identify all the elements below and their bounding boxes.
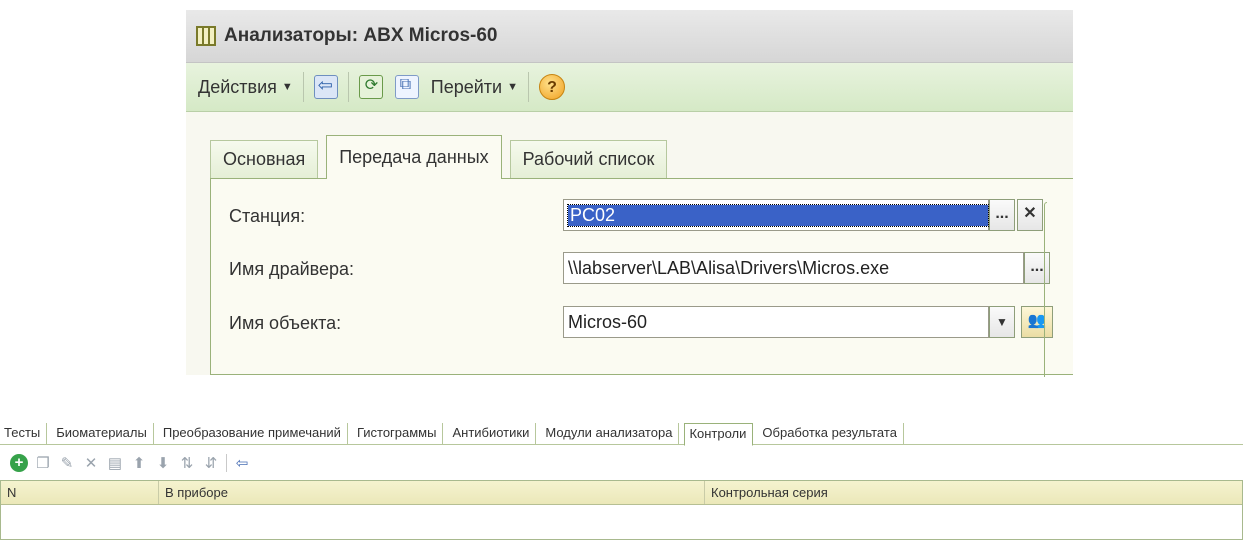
help-icon: ? bbox=[538, 74, 565, 100]
help-button[interactable]: ? bbox=[533, 70, 571, 104]
tab-analyzer-modules[interactable]: Модули анализатора bbox=[541, 423, 680, 445]
add-icon[interactable]: + bbox=[10, 454, 28, 472]
chevron-down-icon: ▼ bbox=[507, 81, 518, 93]
tab-result-processing[interactable]: Обработка результата bbox=[758, 423, 904, 445]
object-value: Micros-60 bbox=[568, 311, 648, 332]
station-clear-button[interactable]: ✕ bbox=[1017, 199, 1043, 231]
title-bar: Анализаторы: ABX Micros-60 bbox=[186, 10, 1073, 63]
enter-icon[interactable]: ⇦ bbox=[233, 454, 251, 472]
column-header-in-device[interactable]: В приборе bbox=[159, 481, 705, 504]
goto-menu-button[interactable]: Перейти ▼ bbox=[425, 70, 524, 104]
move-up-icon[interactable]: ⬆ bbox=[130, 454, 148, 472]
catalog-icon bbox=[196, 26, 216, 46]
move-down-icon[interactable]: ⬇ bbox=[154, 454, 172, 472]
object-dropdown-button[interactable]: ▼ bbox=[989, 306, 1015, 338]
table-header: N В приборе Контрольная серия bbox=[1, 481, 1242, 505]
driver-value: \\labserver\LAB\Alisa\Drivers\Micros.exe bbox=[568, 257, 890, 278]
tab-histograms[interactable]: Гистограммы bbox=[353, 423, 444, 445]
sort-desc-icon[interactable]: ⇵ bbox=[202, 454, 220, 472]
bottom-tab-bar: Тесты Биоматериалы Преобразование примеч… bbox=[0, 423, 1243, 446]
data-transfer-panel: Станция: PC02 ... ✕ Имя драйвера: \\labs… bbox=[210, 178, 1073, 375]
analyzer-window: Анализаторы: ABX Micros-60 Действия ▼ Пе… bbox=[186, 10, 1073, 377]
panel-edge bbox=[1044, 202, 1047, 377]
sort-asc-icon[interactable]: ⇅ bbox=[178, 454, 196, 472]
refresh-button[interactable] bbox=[353, 70, 389, 104]
save-icon[interactable]: ▤ bbox=[106, 454, 124, 472]
tab-note-conversion[interactable]: Преобразование примечаний bbox=[159, 423, 348, 445]
users-icon[interactable] bbox=[1021, 306, 1053, 338]
controls-table[interactable]: N В приборе Контрольная серия bbox=[0, 480, 1243, 540]
station-label: Станция: bbox=[229, 206, 306, 226]
object-field[interactable]: Micros-60 bbox=[563, 306, 989, 338]
delete-icon[interactable]: ✕ bbox=[82, 454, 100, 472]
station-value: PC02 bbox=[567, 203, 989, 227]
tab-tests[interactable]: Тесты bbox=[0, 423, 48, 445]
copy-button[interactable] bbox=[389, 70, 425, 104]
toolbar-separator bbox=[302, 72, 304, 102]
column-header-control-series[interactable]: Контрольная серия bbox=[705, 481, 1242, 504]
driver-field[interactable]: \\labserver\LAB\Alisa\Drivers\Micros.exe bbox=[563, 252, 1024, 284]
station-field[interactable]: PC02 bbox=[563, 199, 989, 231]
tab-biomaterials[interactable]: Биоматериалы bbox=[52, 423, 154, 445]
object-label: Имя объекта: bbox=[229, 313, 342, 333]
save-and-close-button[interactable] bbox=[308, 70, 344, 104]
driver-label: Имя драйвера: bbox=[229, 259, 355, 279]
grid-toolbar: + ❐ ✎ ✕ ▤ ⬆ ⬇ ⇅ ⇵ ⇦ bbox=[10, 451, 251, 475]
tab-antibiotics[interactable]: Антибиотики bbox=[448, 423, 537, 445]
copy-icon bbox=[394, 75, 419, 99]
tab-main[interactable]: Основная bbox=[210, 140, 319, 178]
window-title: Анализаторы: ABX Micros-60 bbox=[224, 25, 498, 46]
tab-data-transfer[interactable]: Передача данных bbox=[326, 135, 502, 179]
toolbar-separator bbox=[226, 454, 227, 472]
tab-bar: Основная Передача данных Рабочий список bbox=[210, 135, 675, 179]
copy-icon[interactable]: ❐ bbox=[34, 454, 52, 472]
main-toolbar: Действия ▼ Перейти ▼ ? bbox=[186, 63, 1073, 112]
toolbar-separator bbox=[347, 72, 349, 102]
tab-worklist[interactable]: Рабочий список bbox=[509, 140, 668, 178]
station-select-button[interactable]: ... bbox=[989, 199, 1015, 231]
enter-icon bbox=[313, 75, 338, 99]
actions-menu-label: Действия bbox=[198, 76, 277, 97]
goto-menu-label: Перейти bbox=[430, 76, 503, 97]
chevron-down-icon: ▼ bbox=[281, 81, 293, 93]
edit-icon[interactable]: ✎ bbox=[58, 454, 76, 472]
column-header-n[interactable]: N bbox=[1, 481, 159, 504]
refresh-icon bbox=[358, 75, 383, 99]
toolbar-separator bbox=[527, 72, 529, 102]
actions-menu-button[interactable]: Действия ▼ bbox=[192, 70, 299, 104]
tab-controls[interactable]: Контроли bbox=[684, 423, 754, 446]
